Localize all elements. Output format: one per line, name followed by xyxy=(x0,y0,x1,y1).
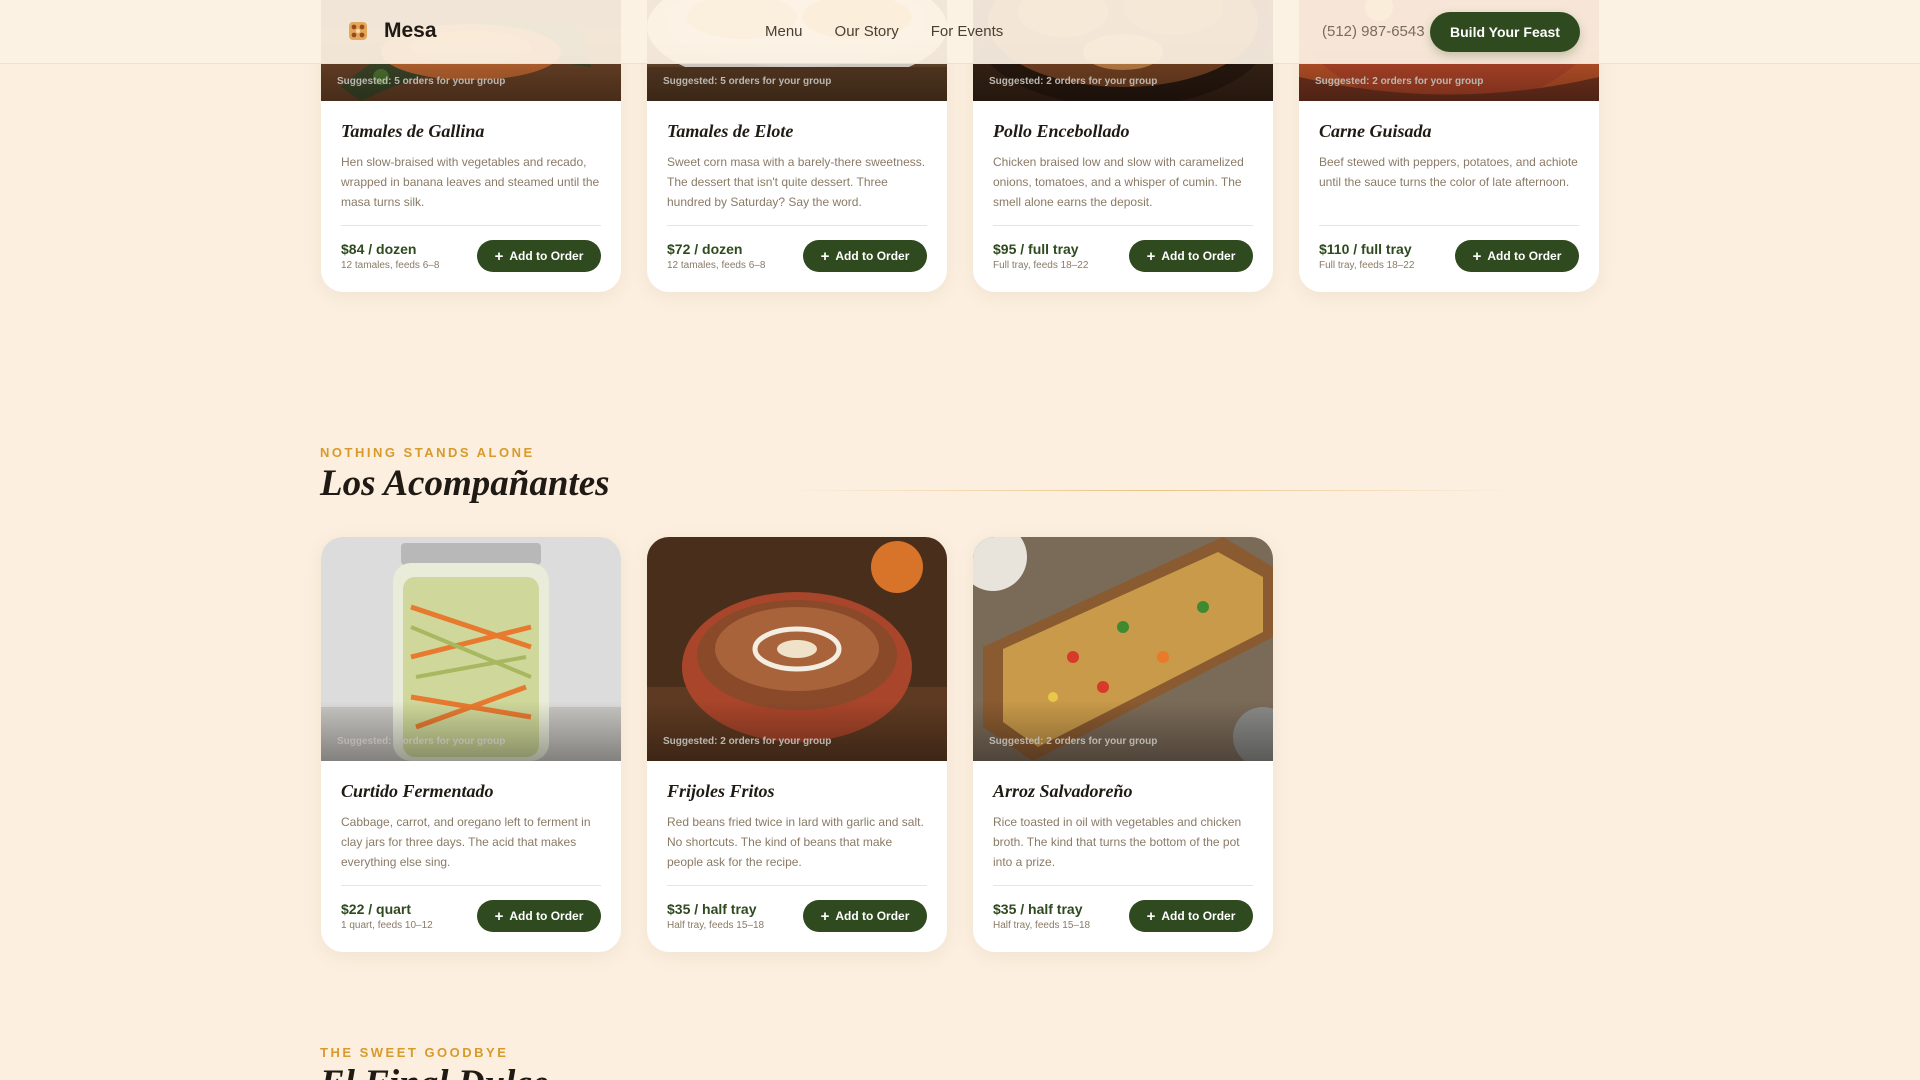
plus-icon: + xyxy=(494,907,504,925)
plus-icon: + xyxy=(1146,247,1156,265)
brand[interactable]: Mesa xyxy=(346,19,437,43)
menu-card-frijoles-fritos: Suggested: 2 orders for your group Frijo… xyxy=(647,537,947,952)
suggestion-text: Suggested: 5 orders for your group xyxy=(663,76,832,87)
dessert-eyebrow: THE SWEET GOODBYE xyxy=(320,1045,509,1060)
nav-link-for-events[interactable]: For Events xyxy=(931,23,1004,40)
dish-serves: Half tray, feeds 15–18 xyxy=(993,920,1091,931)
dish-price: $35 / half tray xyxy=(667,901,757,917)
dish-name: Carne Guisada xyxy=(1319,121,1432,141)
dish-price: $22 / quart xyxy=(341,901,412,917)
add-to-order-label: Add to Order xyxy=(509,249,584,263)
add-to-order-label: Add to Order xyxy=(1161,249,1236,263)
dish-name: Arroz Salvadoreño xyxy=(993,781,1133,801)
dish-name: Tamales de Elote xyxy=(667,121,794,141)
nav-links: Menu Our Story For Events xyxy=(765,23,1003,40)
suggestion-text: Suggested: 2 orders for your group xyxy=(1315,76,1484,87)
dish-serves: Full tray, feeds 18–22 xyxy=(1319,260,1415,271)
suggestion-text: Suggested: 2 orders for your group xyxy=(989,736,1158,747)
dish-image: Suggested: 2 orders for your group xyxy=(973,537,1273,761)
dish-image: Suggested: 3 orders for your group xyxy=(321,537,621,761)
dish-price: $95 / full tray xyxy=(993,241,1079,257)
dish-serves: 12 tamales, feeds 6–8 xyxy=(667,260,766,271)
dish-name: Curtido Fermentado xyxy=(341,781,494,801)
add-to-order-button[interactable]: + Add to Order xyxy=(477,900,601,932)
dish-description: Cabbage, carrot, and oregano left to fer… xyxy=(341,815,591,869)
dish-description: Rice toasted in oil with vegetables and … xyxy=(993,815,1242,869)
dish-photo xyxy=(973,537,1273,761)
dish-serves: 1 quart, feeds 10–12 xyxy=(341,920,433,931)
dessert-section-title: El Final Dulce xyxy=(320,1062,548,1080)
plus-icon: + xyxy=(820,907,830,925)
add-to-order-button[interactable]: + Add to Order xyxy=(803,240,927,272)
nav-link-our-story[interactable]: Our Story xyxy=(835,23,899,40)
plus-icon: + xyxy=(820,247,830,265)
dish-price: $72 / dozen xyxy=(667,241,743,257)
dish-photo xyxy=(321,537,621,761)
dish-image: Suggested: 2 orders for your group xyxy=(647,537,947,761)
dish-description: Chicken braised low and slow with carame… xyxy=(993,155,1244,209)
dish-name: Tamales de Gallina xyxy=(341,121,485,141)
dish-serves: Half tray, feeds 15–18 xyxy=(667,920,765,931)
sides-eyebrow: NOTHING STANDS ALONE xyxy=(320,445,535,460)
sides-section-title: Los Acompañantes xyxy=(320,463,610,504)
plus-icon: + xyxy=(1146,907,1156,925)
suggestion-text: Suggested: 5 orders for your group xyxy=(337,76,506,87)
add-to-order-button[interactable]: + Add to Order xyxy=(477,240,601,272)
dish-price: $84 / dozen xyxy=(341,241,417,257)
dish-price: $110 / full tray xyxy=(1319,241,1412,257)
section-divider xyxy=(780,490,1520,491)
plus-icon: + xyxy=(1472,247,1482,265)
brand-logo-icon xyxy=(349,22,367,40)
dish-description: Red beans fried twice in lard with garli… xyxy=(667,815,924,869)
top-nav: Mesa Menu Our Story For Events (512) 987… xyxy=(0,0,1920,64)
dish-description: Sweet corn masa with a barely-there swee… xyxy=(667,155,926,209)
plus-icon: + xyxy=(494,247,504,265)
menu-card-curtido-fermentado: Suggested: 3 orders for your group Curti… xyxy=(321,537,621,952)
suggestion-text: Suggested: 2 orders for your group xyxy=(989,76,1158,87)
add-to-order-label: Add to Order xyxy=(835,909,910,923)
add-to-order-button[interactable]: + Add to Order xyxy=(1455,240,1579,272)
dish-price: $35 / half tray xyxy=(993,901,1083,917)
dish-photo xyxy=(647,537,947,761)
add-to-order-label: Add to Order xyxy=(509,909,584,923)
suggestion-text: Suggested: 3 orders for your group xyxy=(337,736,506,747)
add-to-order-label: Add to Order xyxy=(1161,909,1236,923)
dish-description: Hen slow-braised with vegetables and rec… xyxy=(341,155,600,209)
dish-name: Frijoles Fritos xyxy=(667,781,775,801)
phone-link[interactable]: (512) 987-6543 xyxy=(1322,23,1425,40)
build-your-feast-button[interactable]: Build Your Feast xyxy=(1430,12,1580,52)
add-to-order-label: Add to Order xyxy=(835,249,910,263)
dish-serves: Full tray, feeds 18–22 xyxy=(993,260,1089,271)
dish-description: Beef stewed with peppers, potatoes, and … xyxy=(1319,155,1578,189)
menu-card-arroz-salvadoreno: Suggested: 2 orders for your group Arroz… xyxy=(973,537,1273,952)
add-to-order-button[interactable]: + Add to Order xyxy=(803,900,927,932)
nav-link-menu[interactable]: Menu xyxy=(765,23,803,40)
suggestion-text: Suggested: 2 orders for your group xyxy=(663,736,832,747)
add-to-order-button[interactable]: + Add to Order xyxy=(1129,900,1253,932)
dish-name: Pollo Encebollado xyxy=(993,121,1130,141)
brand-name: Mesa xyxy=(384,19,437,42)
dish-serves: 12 tamales, feeds 6–8 xyxy=(341,260,440,271)
add-to-order-label: Add to Order xyxy=(1487,249,1562,263)
add-to-order-button[interactable]: + Add to Order xyxy=(1129,240,1253,272)
